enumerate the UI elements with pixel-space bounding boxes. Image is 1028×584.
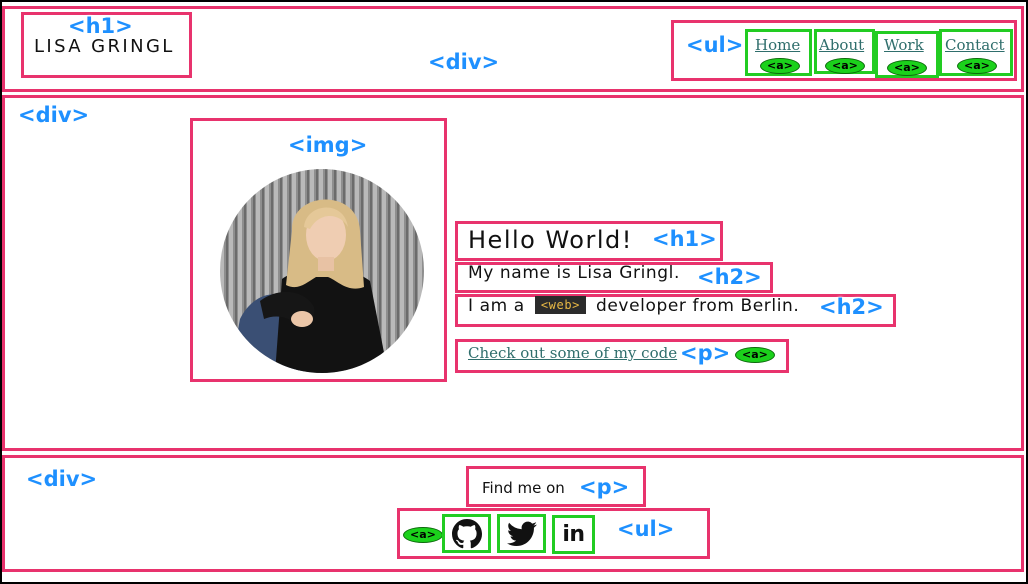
web-code-badge: <web> bbox=[534, 296, 586, 314]
h1-tag-label: <h1> bbox=[652, 227, 717, 251]
nav-home-link[interactable]: Home bbox=[755, 36, 800, 54]
nav-contact-link[interactable]: Contact bbox=[945, 36, 1005, 54]
nav-about-link[interactable]: About bbox=[819, 36, 864, 54]
twitter-link[interactable] bbox=[497, 514, 546, 553]
a-tag-label: <a> bbox=[957, 58, 997, 74]
ul-tag-label: <ul> bbox=[686, 33, 744, 57]
h2-tag-label: <h2> bbox=[819, 295, 884, 319]
a-tag-label: <a> bbox=[403, 527, 443, 543]
site-logo[interactable]: LISA GRINGL bbox=[34, 36, 175, 57]
github-link[interactable] bbox=[442, 514, 491, 553]
role-prefix: I am a bbox=[468, 296, 525, 316]
role-suffix: developer from Berlin. bbox=[595, 296, 800, 316]
p-tag-label: <p> bbox=[680, 341, 731, 365]
linkedin-link[interactable]: in bbox=[552, 515, 595, 554]
a-tag-label: <a> bbox=[887, 60, 927, 76]
profile-photo bbox=[220, 169, 424, 373]
nav-work-link[interactable]: Work bbox=[884, 36, 924, 54]
hello-heading: Hello World! bbox=[468, 226, 633, 254]
p-tag-label: <p> bbox=[579, 475, 630, 499]
div-tag-label: <div> bbox=[26, 467, 98, 491]
code-link[interactable]: Check out some of my code bbox=[468, 344, 677, 362]
h1-tag-label: <h1> bbox=[68, 14, 133, 38]
linkedin-icon: in bbox=[562, 522, 585, 547]
name-subheading: My name is Lisa Gringl. bbox=[468, 263, 680, 283]
div-tag-label: <div> bbox=[428, 50, 500, 74]
img-tag-label: <img> bbox=[288, 133, 368, 157]
div-tag-label: <div> bbox=[18, 103, 90, 127]
twitter-icon bbox=[506, 521, 537, 546]
a-tag-label: <a> bbox=[825, 58, 865, 74]
a-tag-label: <a> bbox=[735, 347, 775, 363]
ul-tag-label: <ul> bbox=[617, 517, 675, 541]
a-tag-label: <a> bbox=[760, 58, 800, 74]
github-icon bbox=[451, 518, 482, 548]
h2-tag-label: <h2> bbox=[697, 265, 762, 289]
role-subheading: I am a <web> developer from Berlin. bbox=[468, 296, 799, 316]
find-me-text: Find me on bbox=[482, 479, 565, 497]
